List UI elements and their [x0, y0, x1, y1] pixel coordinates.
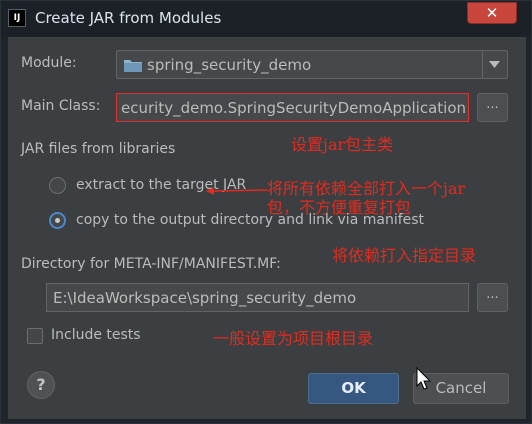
- include-tests-checkbox[interactable]: [27, 328, 43, 344]
- copy-option-label[interactable]: copy to the output directory and link vi…: [76, 212, 424, 228]
- copy-radio[interactable]: [49, 212, 66, 229]
- close-button[interactable]: ✕: [467, 2, 517, 24]
- manifest-browse-button[interactable]: ...: [477, 283, 508, 312]
- jar-files-label: JAR files from libraries: [21, 141, 176, 157]
- module-value: spring_security_demo: [147, 56, 312, 74]
- module-combobox[interactable]: spring_security_demo: [116, 50, 508, 79]
- title-bar: IJ Create JAR from Modules ✕: [1, 1, 531, 37]
- module-label: Module:: [21, 55, 77, 71]
- manifest-directory-label: Directory for META-INF/MANIFEST.MF:: [21, 256, 281, 272]
- module-folder-icon: [124, 60, 142, 72]
- create-jar-dialog: IJ Create JAR from Modules ✕ Module: spr…: [0, 0, 532, 424]
- main-class-field[interactable]: ecurity_demo.SpringSecurityDemoApplicati…: [116, 93, 469, 122]
- main-class-label: Main Class:: [21, 98, 101, 114]
- help-icon[interactable]: ?: [27, 371, 55, 399]
- intellij-app-icon: IJ: [8, 9, 26, 27]
- copy-annotation: 将依赖打入指定目录: [332, 246, 477, 265]
- main-class-browse-button[interactable]: ...: [477, 93, 508, 122]
- dialog-content: Module: spring_security_demo Main Class:…: [8, 37, 526, 419]
- ok-button[interactable]: OK: [308, 373, 399, 404]
- directory-annotation: 一般设置为项目根目录: [213, 329, 374, 348]
- main-class-annotation: 设置jar包主类: [291, 135, 394, 154]
- include-tests-label[interactable]: Include tests: [51, 327, 141, 343]
- mouse-cursor-icon: [416, 367, 432, 390]
- chevron-down-icon[interactable]: [482, 51, 507, 78]
- annotation-arrow-icon: [206, 187, 268, 195]
- extract-radio[interactable]: [49, 177, 66, 194]
- manifest-directory-field[interactable]: E:\IdeaWorkspace\spring_security_demo: [46, 283, 469, 312]
- dialog-title: Create JAR from Modules: [35, 9, 222, 27]
